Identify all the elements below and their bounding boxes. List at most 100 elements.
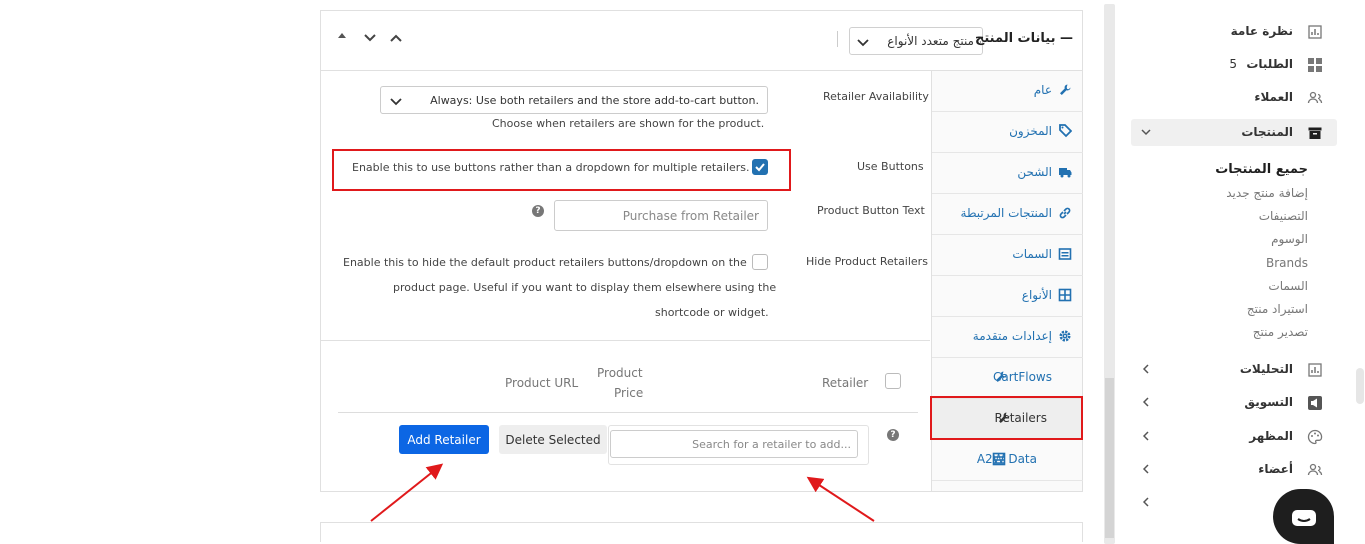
next-panel	[320, 522, 1083, 542]
sidebar-item-label: التسويق	[1244, 395, 1293, 409]
sidebar-item-label: المنتجات	[1241, 125, 1293, 139]
tab-general[interactable]: عام	[932, 71, 1083, 112]
chart-icon	[1308, 25, 1322, 39]
tab-shipping[interactable]: الشحن	[932, 153, 1083, 194]
sidebar-item-label: التحليلات	[1239, 362, 1293, 376]
use-buttons-checkbox[interactable]	[752, 159, 768, 175]
megaphone-icon	[1308, 396, 1322, 410]
sidebar-item-products[interactable]: المنتجات	[1131, 119, 1337, 146]
sidebar-item-label: العملاء	[1254, 90, 1293, 104]
tab-advanced[interactable]: إعدادات متقدمة	[932, 317, 1083, 358]
chevron-left-icon	[1142, 497, 1149, 507]
chevron-left-icon	[1142, 464, 1149, 474]
list-icon	[992, 452, 1006, 466]
column-retailer: Retailer	[822, 376, 869, 390]
list-box-icon	[1058, 248, 1072, 260]
submenu-add-product[interactable]: إضافة منتج جديد	[1226, 186, 1308, 200]
page-scrollbar[interactable]	[1356, 368, 1364, 404]
check-icon	[755, 163, 765, 172]
sidebar-item-orders[interactable]: الطلبات 5	[1131, 51, 1337, 79]
submenu-export[interactable]: تصدير منتج	[1253, 325, 1308, 339]
section-divider	[321, 340, 930, 341]
help-icon[interactable]: ?	[887, 429, 899, 441]
column-product-price: Product	[597, 366, 643, 380]
column-product-price: Price	[614, 386, 644, 400]
grid-icon	[1308, 58, 1322, 72]
hide-retailers-checkbox[interactable]	[752, 254, 768, 270]
chevron-down-icon	[390, 98, 402, 106]
submenu-categories[interactable]: التصنيفات	[1259, 209, 1308, 223]
select-all-checkbox[interactable]	[885, 373, 901, 389]
submenu-attributes[interactable]: السمات	[1268, 279, 1308, 293]
chevron-down-icon	[857, 39, 869, 47]
tab-label: السمات	[1012, 247, 1052, 261]
help-icon[interactable]: ?	[532, 205, 544, 217]
chevron-left-icon	[1142, 431, 1149, 441]
submenu-import[interactable]: استيراد منتج	[1247, 302, 1308, 316]
chevron-down-icon	[1141, 129, 1151, 136]
availability-help: Choose when retailers are shown for the …	[492, 117, 765, 130]
sidebar-item-marketing[interactable]: التسويق	[1131, 389, 1337, 417]
tag-icon	[1059, 124, 1072, 138]
orders-count: 5	[1229, 57, 1237, 71]
tab-label: الأنواع	[1021, 288, 1052, 302]
scrollbar-thumb[interactable]	[1105, 378, 1114, 538]
tab-label: A2W Data	[976, 452, 1037, 466]
product-type-select[interactable]: منتج متعدد الأنواع	[849, 27, 983, 55]
column-product-url: Product URL	[505, 376, 579, 390]
table-divider	[338, 412, 918, 413]
submenu-brands[interactable]: Brands	[1266, 256, 1308, 270]
availability-select[interactable]: Always: Use both retailers and the store…	[380, 86, 768, 114]
sidebar-item-label: الطلبات	[1246, 57, 1293, 71]
sidebar-item-analytics[interactable]: التحليلات	[1131, 356, 1337, 384]
add-retailer-button[interactable]: Add Retailer	[399, 425, 489, 454]
hide-retailers-help: product page. Useful if you want to disp…	[393, 281, 777, 294]
link-icon	[1059, 207, 1071, 219]
chart-icon	[1308, 363, 1322, 377]
tab-variations[interactable]: الأنواع	[932, 276, 1083, 317]
tab-linked-products[interactable]: المنتجات المرتبطة	[932, 194, 1083, 235]
tab-inventory[interactable]: المخزون	[932, 112, 1083, 153]
retailer-search-input[interactable]	[610, 430, 858, 458]
truck-icon	[1059, 168, 1072, 178]
sidebar-item-label: أعضاء	[1258, 462, 1293, 476]
button-text-input[interactable]	[554, 200, 768, 231]
palette-icon	[1307, 429, 1323, 445]
availability-value: Always: Use both retailers and the store…	[430, 94, 759, 107]
tab-cartflows[interactable]: CartFlows	[932, 358, 1083, 399]
hide-retailers-help: shortcode or widget.	[655, 306, 769, 319]
wrench-icon	[1060, 84, 1071, 95]
tab-label: المخزون	[1009, 124, 1052, 138]
chevron-left-icon	[1142, 364, 1149, 374]
sidebar-item-overview[interactable]: نظرة عامة	[1131, 18, 1337, 46]
chevron-left-icon	[1142, 397, 1149, 407]
sidebar-item-members[interactable]: أعضاء	[1131, 456, 1337, 484]
hide-retailers-label: Hide Product Retailers	[806, 255, 928, 268]
users-icon	[1307, 91, 1323, 104]
sidebar-item-customers[interactable]: العملاء	[1131, 84, 1337, 112]
panel-title: بيانات المنتج —	[975, 31, 1073, 46]
submenu-tags[interactable]: الوسوم	[1271, 232, 1308, 246]
availability-label: Retailer Availability	[823, 90, 929, 103]
chat-icon	[1292, 510, 1316, 526]
submenu-all-products[interactable]: جميع المنتجات	[1215, 162, 1308, 177]
sidebar-item-label: نظرة عامة	[1230, 24, 1293, 38]
button-text-label: Product Button Text	[817, 204, 925, 217]
gear-icon	[1059, 330, 1071, 342]
panel-header: منتج متعدد الأنواع بيانات المنتج —	[321, 11, 1082, 71]
tab-a2w-data[interactable]: A2W Data	[932, 440, 1083, 481]
chat-widget-button[interactable]	[1273, 489, 1334, 544]
sidebar-item-appearance[interactable]: المظهر	[1131, 423, 1337, 451]
sort-up-icon[interactable]	[333, 29, 351, 47]
chevron-down-icon[interactable]	[361, 31, 379, 49]
tab-label: المنتجات المرتبطة	[960, 206, 1052, 220]
tab-attributes[interactable]: السمات	[932, 235, 1083, 276]
tab-label: الشحن	[1017, 165, 1052, 179]
divider	[837, 31, 838, 47]
use-buttons-label: Use Buttons	[857, 160, 924, 173]
delete-selected-button[interactable]: Delete Selected	[499, 425, 607, 454]
archive-icon	[1308, 127, 1322, 139]
use-buttons-help: Enable this to use buttons rather than a…	[352, 161, 750, 174]
retailers-tab-highlight	[930, 396, 1083, 440]
chevron-up-icon[interactable]	[387, 31, 405, 49]
